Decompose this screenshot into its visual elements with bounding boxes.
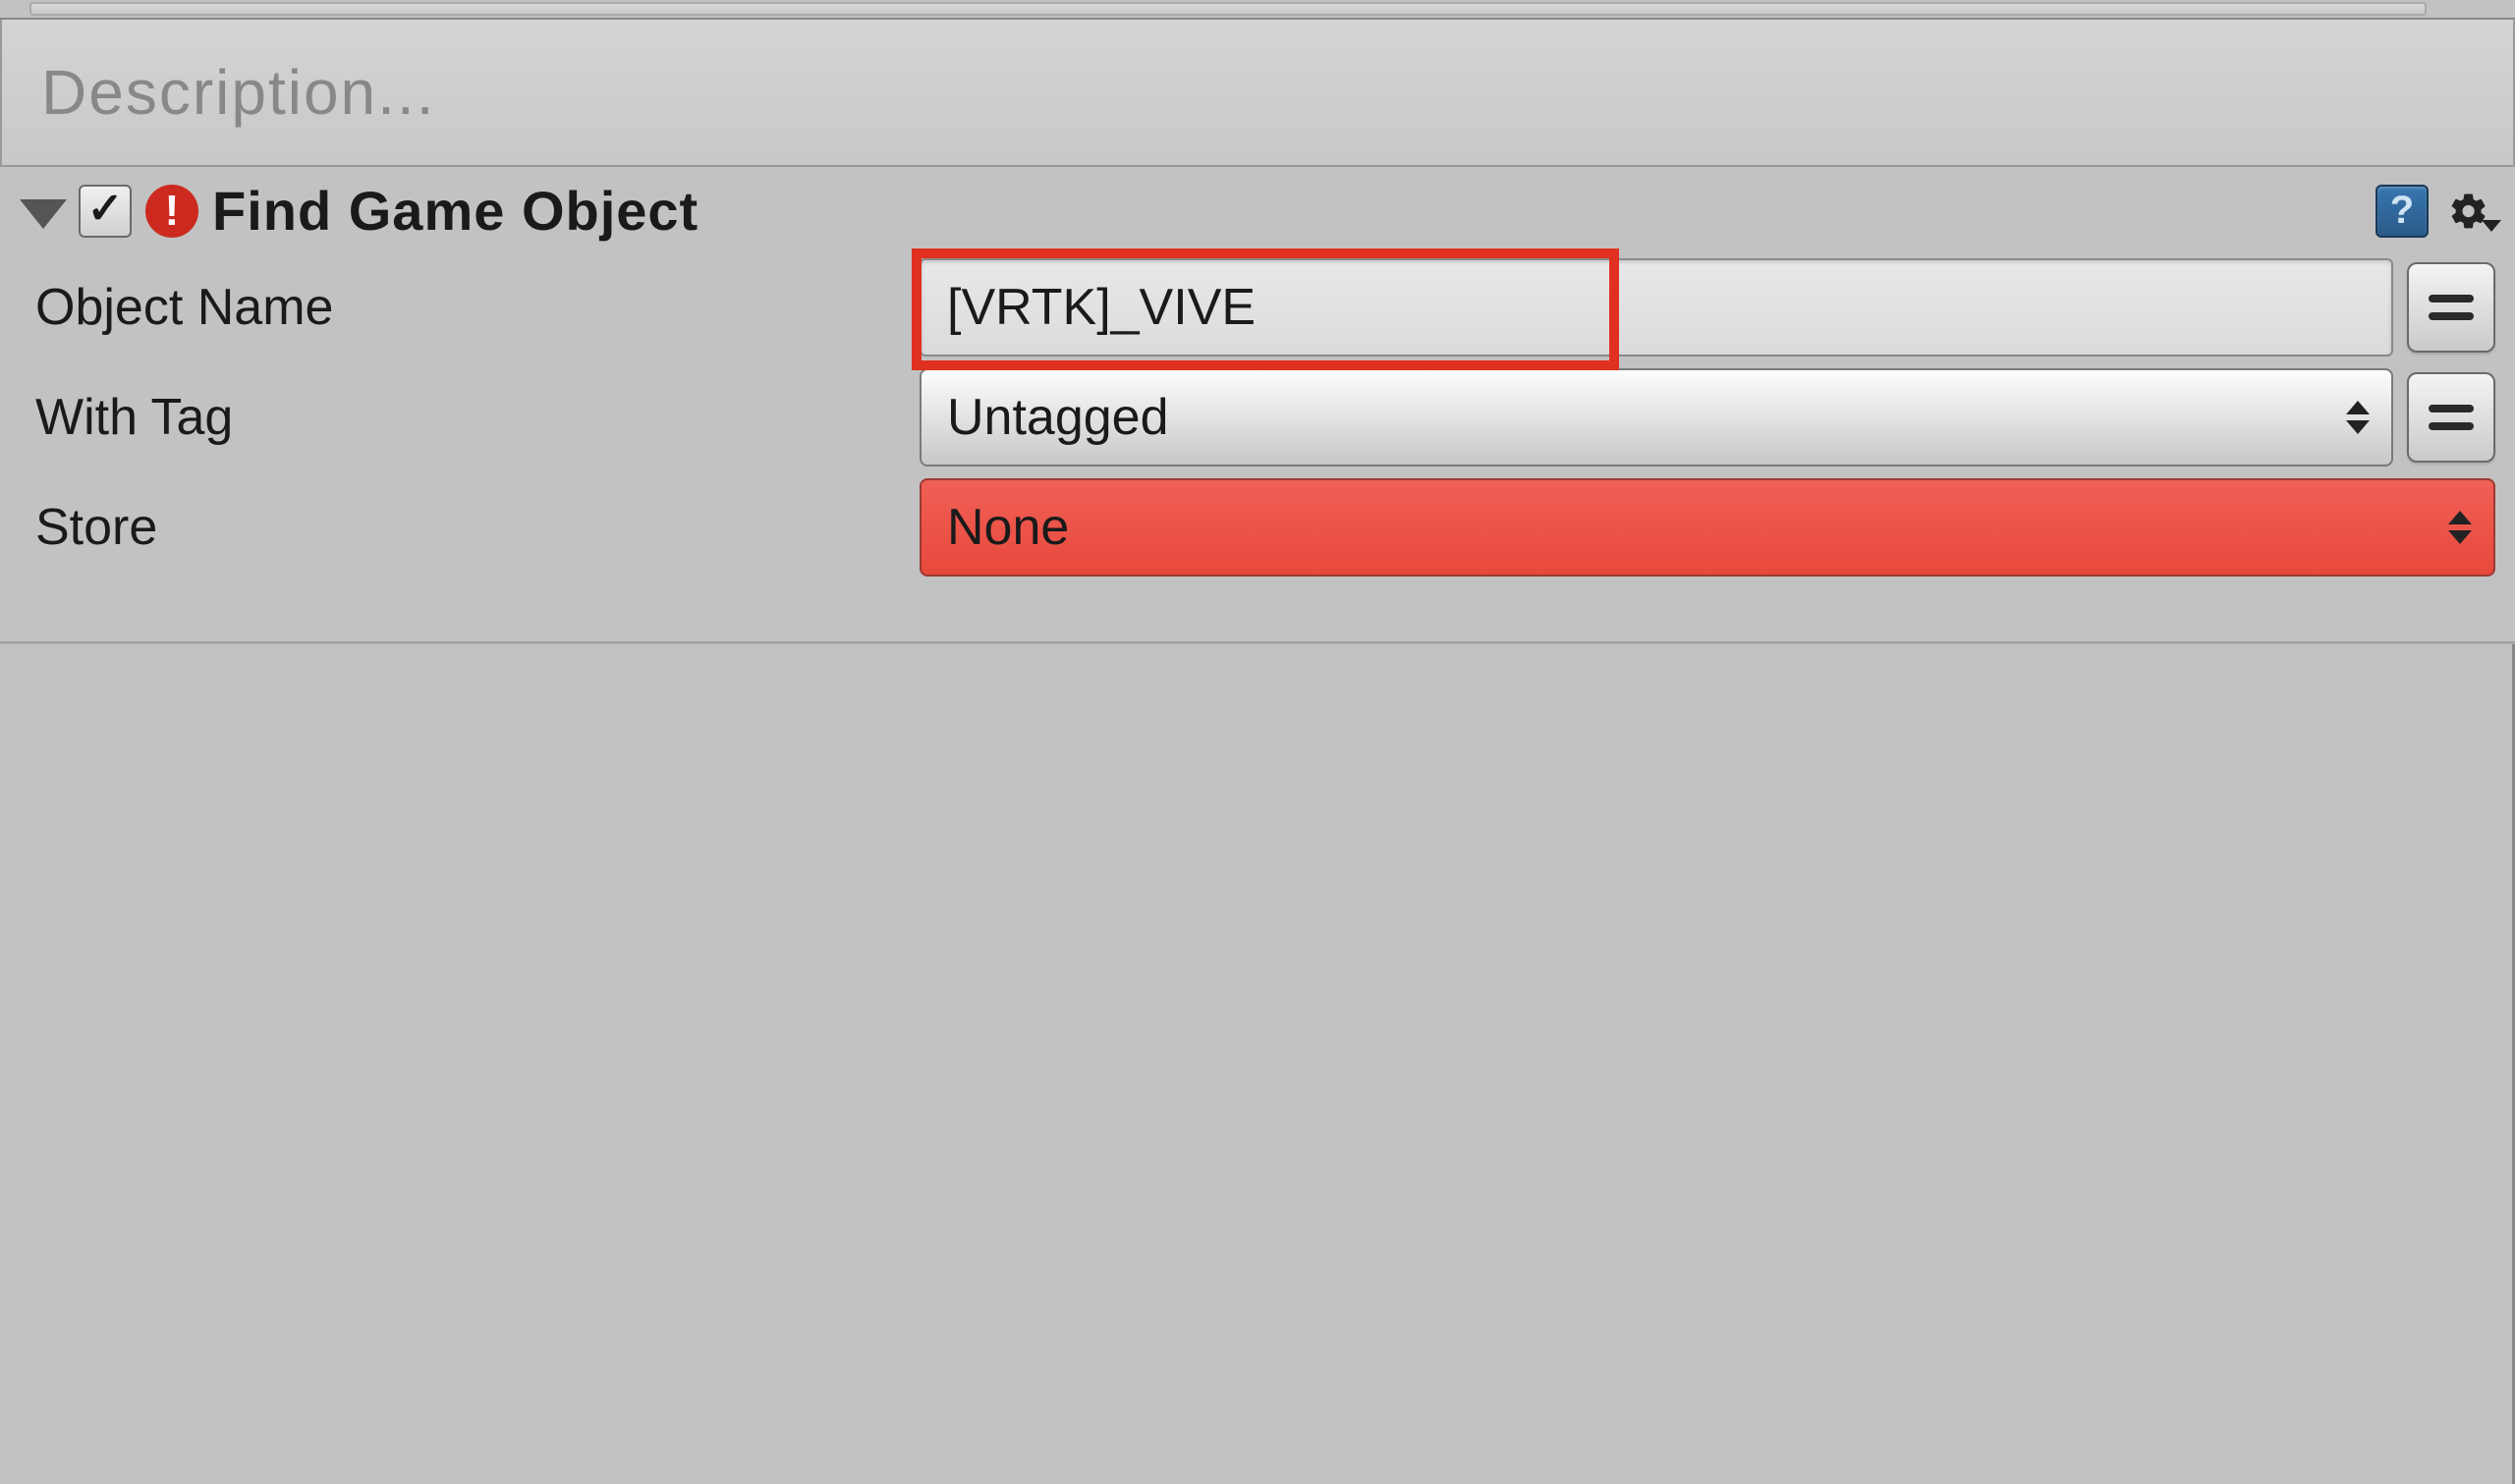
- component-header[interactable]: ✓ ! Find Game Object ?: [0, 167, 2515, 252]
- input-object-name[interactable]: [VRTK]_VIVE: [920, 258, 2393, 357]
- label-with-tag: With Tag: [35, 388, 920, 447]
- error-icon: !: [145, 185, 198, 238]
- row-store: Store None: [0, 472, 2515, 582]
- gear-svg-icon: [2448, 191, 2489, 232]
- help-icon[interactable]: ?: [2375, 185, 2429, 238]
- description-input[interactable]: Description...: [0, 20, 2515, 167]
- top-bar-field[interactable]: [29, 2, 2427, 16]
- top-bar: [0, 0, 2515, 20]
- dropdown-with-tag[interactable]: Untagged: [920, 368, 2393, 467]
- dropdown-with-tag-value: Untagged: [947, 388, 1169, 447]
- empty-area: [0, 644, 2515, 1484]
- gear-icon[interactable]: [2442, 185, 2495, 238]
- label-object-name: Object Name: [35, 278, 920, 337]
- dropdown-arrows-icon: [2346, 401, 2370, 434]
- row-with-tag: With Tag Untagged: [0, 362, 2515, 472]
- row-object-name: Object Name [VRTK]_VIVE: [0, 252, 2515, 362]
- dropdown-store-value: None: [947, 498, 1069, 557]
- param-button-object-name[interactable]: [2407, 262, 2495, 353]
- dropdown-store[interactable]: None: [920, 478, 2495, 577]
- foldout-arrow-icon[interactable]: [20, 199, 67, 229]
- dropdown-arrows-icon: [2448, 511, 2472, 544]
- param-button-with-tag[interactable]: [2407, 372, 2495, 463]
- component-title: Find Game Object: [212, 179, 699, 243]
- label-store: Store: [35, 498, 920, 557]
- component-enabled-checkbox[interactable]: ✓: [79, 185, 132, 238]
- inspector-panel: Description... ✓ ! Find Game Object ? Ob…: [0, 0, 2515, 1484]
- checkmark-icon: ✓: [87, 188, 124, 231]
